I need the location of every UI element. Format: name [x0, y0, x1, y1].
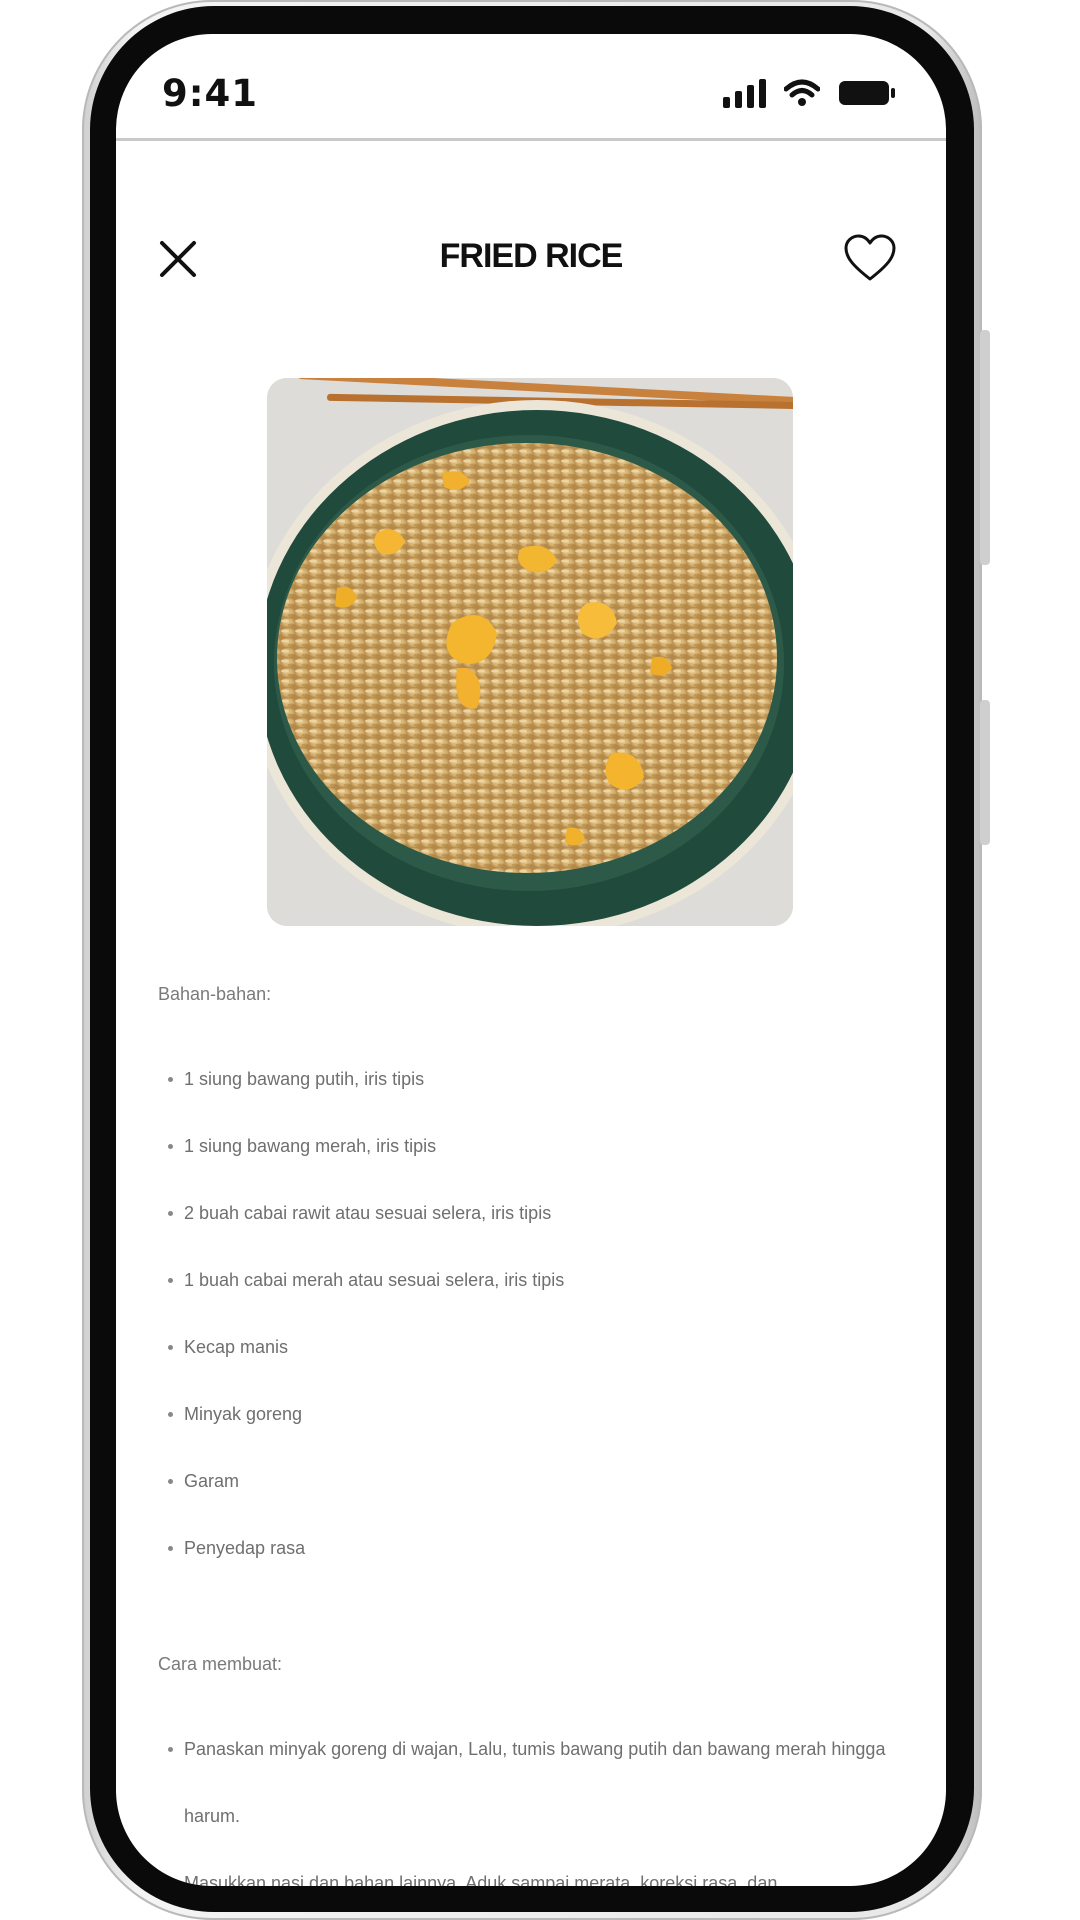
list-item: Garam — [158, 1448, 918, 1515]
header: FRIED RICE — [116, 219, 946, 299]
signal-icon — [723, 78, 766, 108]
wifi-icon — [784, 79, 820, 106]
list-item: 1 buah cabai merah atau sesuai selera, i… — [158, 1247, 918, 1314]
volume-button — [980, 330, 990, 565]
fried-rice-photo — [267, 378, 793, 926]
battery-icon — [839, 81, 895, 105]
list-item: Minyak goreng — [158, 1381, 918, 1448]
step-item: Panaskan minyak goreng di wajan, Lalu, t… — [158, 1716, 918, 1850]
power-button — [980, 700, 990, 845]
list-item: 2 buah cabai rawit atau sesuai selera, i… — [158, 1180, 918, 1247]
favorite-button[interactable] — [842, 233, 898, 285]
page-title: FRIED RICE — [439, 237, 624, 275]
status-time: 9:41 — [162, 72, 259, 115]
ingredients-list: 1 siung bawang putih, iris tipis 1 siung… — [158, 1046, 918, 1582]
ingredients-heading: Bahan-bahan: — [158, 984, 272, 1004]
recipe-content: Bahan-bahan: 1 siung bawang putih, iris … — [158, 979, 918, 1886]
steps-list: Panaskan minyak goreng di wajan, Lalu, t… — [158, 1716, 918, 1886]
list-item: Kecap manis — [158, 1314, 918, 1381]
heart-icon — [844, 234, 896, 281]
steps-heading: Cara membuat: — [158, 1654, 283, 1674]
list-item: Penyedap rasa — [158, 1515, 918, 1582]
list-item: 1 siung bawang merah, iris tipis — [158, 1113, 918, 1180]
status-bar: 9:41 — [116, 34, 946, 141]
list-item: 1 siung bawang putih, iris tipis — [158, 1046, 918, 1113]
status-icons — [723, 78, 896, 108]
step-item: Masukkan nasi dan bahan lainnya. Aduk sa… — [158, 1850, 918, 1886]
screen: 9:41 FRIED RICE Bahan-bahan: 1 siung baw… — [116, 34, 946, 1886]
